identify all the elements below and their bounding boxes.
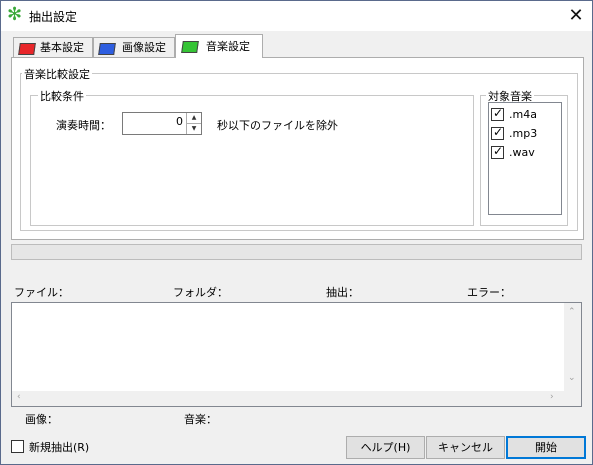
extract-settings-dialog: ✻ 抽出設定 ✕ 基本設定 画像設定 音楽設定 音楽比較設定 比較条件 演奏時間… [0, 0, 593, 465]
window-title: 抽出設定 [29, 10, 78, 24]
tab-basic-settings[interactable]: 基本設定 [13, 37, 93, 58]
tab-label: 音楽設定 [206, 40, 250, 53]
results-list[interactable]: ⌃ ⌄ ‹ › [11, 302, 582, 407]
status-music: 音楽： [184, 413, 217, 426]
scroll-left-icon[interactable]: ‹ [17, 392, 21, 402]
start-button[interactable]: 開始 [506, 436, 586, 459]
col-extract: 抽出： [326, 286, 359, 299]
help-button[interactable]: ヘルプ(H) [346, 436, 425, 459]
new-extract-checkbox[interactable]: 新規抽出(R) [11, 439, 111, 454]
stepper-up-icon[interactable]: ▲ [187, 113, 201, 124]
blue-folder-icon [98, 43, 116, 55]
checkbox-label: .wav [509, 146, 535, 159]
checkbox-box [11, 440, 24, 453]
checkbox-mp3[interactable]: ✓ .mp3 [491, 125, 559, 141]
tab-label: 画像設定 [122, 41, 166, 54]
duration-label: 演奏時間： [56, 119, 111, 132]
music-compare-group-title: 音楽比較設定 [22, 66, 92, 82]
col-file: ファイル： [14, 286, 69, 299]
checkbox-m4a[interactable]: ✓ .m4a [491, 106, 559, 122]
progress-bar [11, 244, 582, 260]
checkbox-label: .mp3 [509, 127, 538, 140]
status-images: 画像： [25, 413, 58, 426]
new-extract-label: 新規抽出(R) [29, 441, 90, 454]
scroll-up-icon[interactable]: ⌃ [568, 307, 576, 317]
conditions-group [30, 95, 474, 226]
duration-stepper[interactable]: 0 ▲ ▼ [122, 112, 202, 135]
music-settings-panel: 音楽比較設定 比較条件 演奏時間： 0 ▲ ▼ 秒以下のファイルを除外 対象音楽… [11, 57, 584, 240]
checkmark-icon: ✓ [493, 125, 504, 139]
title-bar: ✻ 抽出設定 ✕ [1, 1, 592, 31]
scroll-right-icon[interactable]: › [550, 392, 554, 402]
duration-suffix: 秒以下のファイルを除外 [217, 119, 338, 132]
checkbox-box: ✓ [491, 125, 504, 140]
vertical-scrollbar[interactable]: ⌃ ⌄ [564, 303, 581, 391]
target-music-list: ✓ .m4a ✓ .mp3 ✓ .wav [488, 102, 562, 215]
col-folder: フォルダ： [173, 286, 228, 299]
cancel-button[interactable]: キャンセル [426, 436, 505, 459]
app-asterisk-icon: ✻ [7, 4, 23, 25]
stepper-down-icon[interactable]: ▼ [187, 124, 201, 134]
scroll-down-icon[interactable]: ⌄ [568, 373, 576, 383]
checkmark-icon: ✓ [493, 106, 504, 120]
tab-music-settings[interactable]: 音楽設定 [175, 34, 263, 58]
horizontal-scrollbar[interactable]: ‹ › [12, 391, 564, 406]
tab-image-settings[interactable]: 画像設定 [93, 37, 175, 58]
checkbox-box: ✓ [491, 106, 504, 121]
close-icon[interactable]: ✕ [561, 3, 591, 29]
checkbox-label: .m4a [509, 108, 537, 121]
green-folder-icon [181, 41, 199, 53]
col-error: エラー： [467, 286, 511, 299]
checkmark-icon: ✓ [493, 144, 504, 158]
tab-label: 基本設定 [40, 41, 84, 54]
red-folder-icon [18, 43, 36, 55]
conditions-group-title: 比較条件 [38, 88, 86, 104]
duration-value: 0 [176, 115, 183, 128]
checkbox-box: ✓ [491, 144, 504, 159]
scrollbar-corner [564, 391, 581, 406]
checkbox-wav[interactable]: ✓ .wav [491, 144, 559, 160]
